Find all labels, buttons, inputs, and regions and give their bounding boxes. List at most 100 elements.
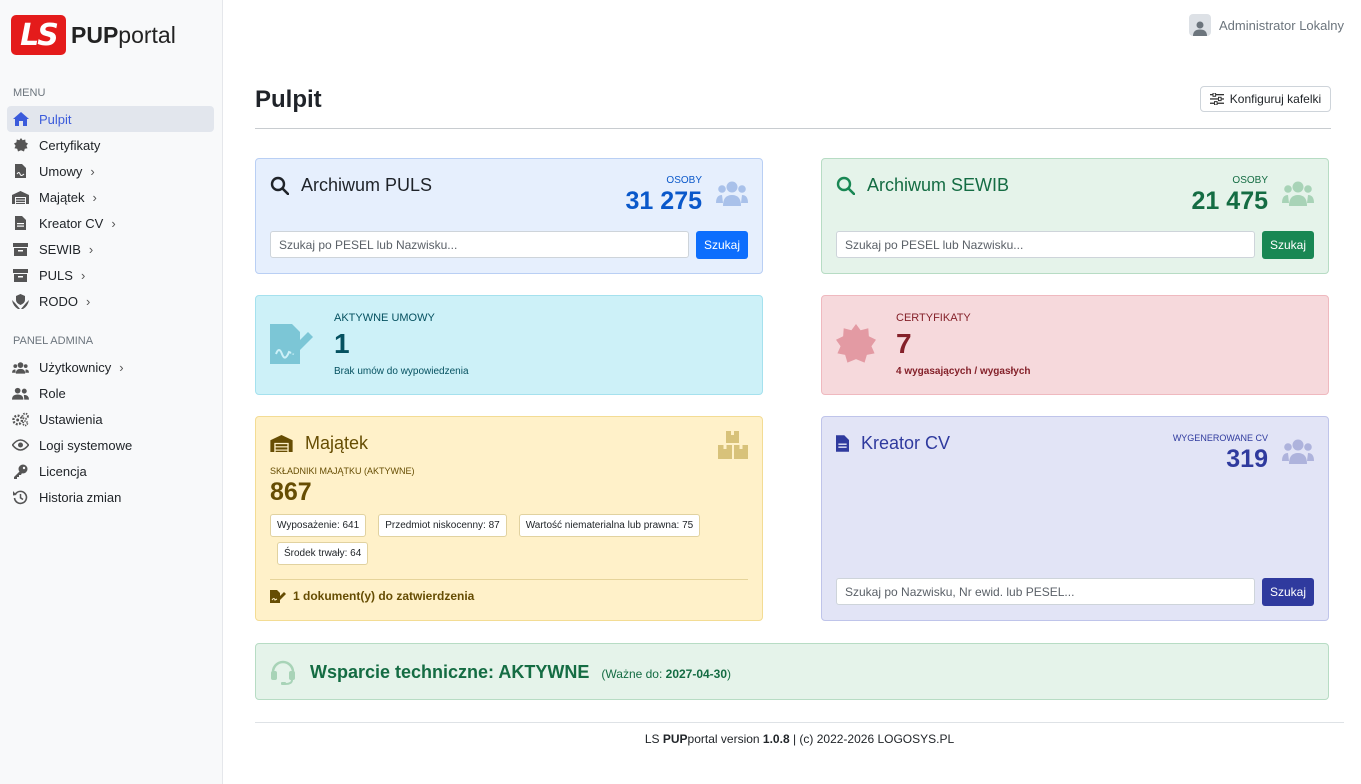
sidebar-item-label: Umowy (39, 163, 83, 179)
active-contracts-card[interactable]: AKTYWNE UMOWY 1 Brak umów do wypowiedzen… (255, 295, 763, 395)
logo-text: PUPportal (71, 21, 176, 48)
sidebar-item-label: Licencja (39, 463, 87, 479)
sidebar-item-licencja[interactable]: Licencja (7, 458, 214, 484)
stat-value: 867 (270, 478, 312, 506)
sliders-icon (1209, 93, 1224, 105)
sidebar-item-rodo[interactable]: RODO › (7, 288, 214, 314)
card-title-text: Majątek (305, 433, 369, 453)
search-row: Szukaj (836, 578, 1314, 606)
logo-badge: LS (11, 15, 66, 55)
archive-sewib-card: Archiwum SEWIB OSOBY 21 475 Szukaj (821, 158, 1329, 274)
configure-tiles-button[interactable]: Konfiguruj kafelki (1200, 86, 1331, 112)
card-title-text: Archiwum SEWIB (867, 175, 1010, 195)
archive-icon (12, 267, 29, 284)
card-title-text: Kreator CV (861, 433, 951, 453)
sidebar-item-pulpit[interactable]: Pulpit (7, 106, 214, 132)
archive-puls-card: Archiwum PULS OSOBY 31 275 Szukaj (255, 158, 763, 274)
chevron-right-icon: › (86, 293, 91, 309)
footer: LS PUPportal version 1.0.8 | (c) 2022-20… (644, 732, 955, 746)
gears-icon (12, 411, 29, 428)
chevron-right-icon: › (92, 189, 97, 205)
certificates-card[interactable]: CERTYFIKATY 7 4 wygasających / wygasłych (821, 295, 1329, 395)
chevron-right-icon: › (88, 241, 94, 257)
stat-value: 1 (334, 328, 350, 359)
stat-label: WYGENEROWANE CV (1172, 433, 1268, 443)
puls-search-button[interactable]: Szukaj (695, 231, 748, 259)
user-menu[interactable]: Administrator Lokalny (1189, 14, 1344, 36)
sidebar-item-label: Pulpit (39, 111, 72, 127)
sidebar-item-label: Użytkownicy (39, 359, 112, 375)
cv-search-button[interactable]: Szukaj (1261, 578, 1314, 606)
sidebar-item-uzytkownicy[interactable]: Użytkownicy › (7, 354, 214, 380)
chevron-right-icon: › (111, 215, 116, 231)
stat-value: 21 475 (1191, 187, 1268, 215)
warehouse-icon (270, 435, 293, 452)
users-icon (12, 359, 29, 376)
contract-signature-icon (270, 324, 313, 364)
header-divider (255, 128, 1331, 129)
archive-icon (12, 241, 29, 258)
user-group-icon (12, 385, 29, 402)
menu-section-label: MENU (13, 87, 46, 99)
stat-label: AKTYWNE UMOWY (334, 312, 435, 324)
app-logo[interactable]: LS PUPportal (11, 15, 176, 55)
configure-tiles-label: Konfiguruj kafelki (1229, 92, 1322, 106)
stat-subtext: Brak umów do wypowiedzenia (334, 366, 469, 377)
sidebar-item-certyfikaty[interactable]: Certyfikaty (7, 132, 214, 158)
asset-chip: Wyposażenie: 641 (270, 514, 367, 537)
pending-documents-text: 1 dokument(y) do zatwierdzenia (293, 589, 475, 603)
avatar (1189, 14, 1211, 36)
search-row: Szukaj (270, 231, 748, 259)
users-icon (716, 181, 748, 206)
users-icon (1282, 181, 1314, 206)
shield-hands-icon (12, 293, 29, 310)
users-icon (1282, 439, 1314, 464)
sidebar-item-ustawienia[interactable]: Ustawienia (7, 406, 214, 432)
card-title: Kreator CV (836, 433, 950, 454)
cv-creator-card: Kreator CV WYGENEROWANE CV 319 Szukaj (821, 416, 1329, 621)
sidebar-item-kreator-cv[interactable]: Kreator CV › (7, 210, 214, 236)
sidebar-item-label: Role (39, 385, 66, 401)
eye-icon (12, 437, 29, 454)
headset-icon (271, 660, 295, 685)
asset-chip: Środek trwały: 64 (277, 542, 369, 565)
support-card: Wsparcie techniczne: AKTYWNE (Ważne do: … (255, 643, 1329, 700)
stat-label: OSOBY (1232, 175, 1268, 186)
admin-section-label: PANEL ADMINA (13, 335, 94, 347)
stat-subtext: 4 wygasających / wygasłych (896, 366, 1031, 377)
sidebar-item-puls[interactable]: PULS › (7, 262, 214, 288)
pending-documents-link[interactable]: 1 dokument(y) do zatwierdzenia (270, 589, 474, 603)
sidebar-item-umowy[interactable]: Umowy › (7, 158, 214, 184)
search-row: Szukaj (836, 231, 1314, 259)
sidebar-item-sewib[interactable]: SEWIB › (7, 236, 214, 262)
sidebar-item-label: Ustawienia (39, 411, 103, 427)
key-icon (12, 463, 29, 480)
warehouse-icon (12, 189, 29, 206)
sidebar: LS PUPportal MENU Pulpit Certyfikaty Umo… (0, 0, 223, 784)
chevron-right-icon: › (80, 267, 86, 283)
home-icon (12, 111, 29, 128)
support-title: Wsparcie techniczne: AKTYWNE (310, 662, 590, 682)
card-title: Archiwum SEWIB (836, 175, 1009, 196)
sidebar-item-role[interactable]: Role (7, 380, 214, 406)
asset-chip: Przedmiot niskocenny: 87 (378, 514, 507, 537)
puls-search-input[interactable] (270, 231, 689, 258)
sewib-search-input[interactable] (836, 231, 1255, 258)
admin-nav: Użytkownicy › Role Ustawienia Logi syste… (7, 354, 214, 510)
sidebar-item-historia[interactable]: Historia zmian (7, 484, 214, 510)
sidebar-item-label: PULS (39, 267, 73, 283)
certificate-icon (836, 324, 876, 363)
sidebar-item-label: SEWIB (39, 241, 81, 257)
card-title-text: Archiwum PULS (301, 175, 433, 195)
sidebar-item-majatek[interactable]: Majątek › (7, 184, 214, 210)
sidebar-item-label: Kreator CV (39, 215, 104, 231)
cv-search-input[interactable] (836, 578, 1255, 605)
sidebar-item-label: Majątek (39, 189, 85, 205)
sewib-search-button[interactable]: Szukaj (1261, 231, 1314, 259)
chevron-right-icon: › (119, 359, 124, 375)
stat-label: SKŁADNIKI MAJĄTKU (AKTYWNE) (270, 466, 415, 476)
sidebar-item-label: Logi systemowe (39, 437, 133, 453)
sidebar-item-logi[interactable]: Logi systemowe (7, 432, 214, 458)
support-status: Wsparcie techniczne: AKTYWNE (Ważne do: … (310, 662, 731, 683)
sidebar-item-label: Certyfikaty (39, 137, 101, 153)
